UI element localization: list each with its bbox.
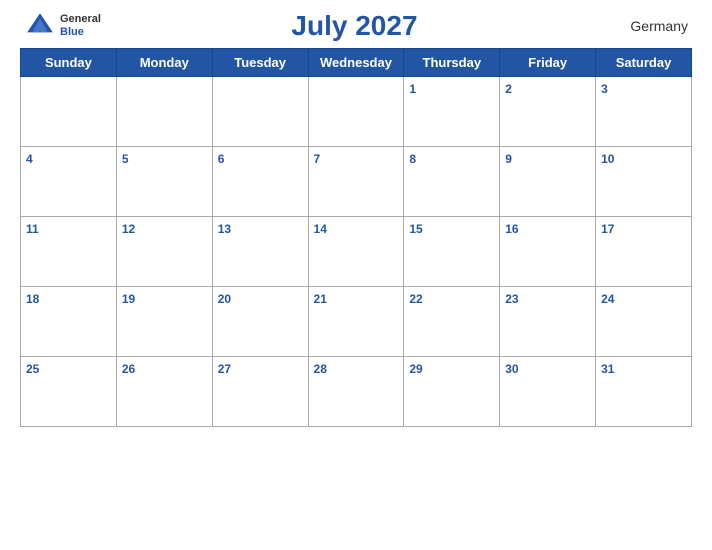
logo-text: General Blue: [60, 13, 101, 39]
weekday-header-friday: Friday: [500, 49, 596, 77]
calendar-cell: 14: [308, 217, 404, 287]
weekday-header-sunday: Sunday: [21, 49, 117, 77]
calendar-cell: [116, 77, 212, 147]
calendar-cell: 1: [404, 77, 500, 147]
day-number: 20: [218, 292, 231, 306]
calendar-cell: 6: [212, 147, 308, 217]
calendar-cell: 31: [596, 357, 692, 427]
calendar-cell: 24: [596, 287, 692, 357]
day-number: 14: [314, 222, 327, 236]
week-row-5: 25 26 27 28 29 30 31: [21, 357, 692, 427]
calendar-cell: 22: [404, 287, 500, 357]
day-number: 21: [314, 292, 327, 306]
calendar-cell: 9: [500, 147, 596, 217]
day-number: 26: [122, 362, 135, 376]
day-number: 27: [218, 362, 231, 376]
day-number: 6: [218, 152, 225, 166]
logo-blue: Blue: [60, 26, 101, 39]
day-number: 13: [218, 222, 231, 236]
week-row-4: 18 19 20 21 22 23 24: [21, 287, 692, 357]
calendar-cell: 25: [21, 357, 117, 427]
calendar-cell: 29: [404, 357, 500, 427]
calendar-cell: 21: [308, 287, 404, 357]
country-label: Germany: [608, 18, 688, 34]
calendar-cell: 5: [116, 147, 212, 217]
day-number: 8: [409, 152, 416, 166]
day-number: 17: [601, 222, 614, 236]
day-number: 19: [122, 292, 135, 306]
generalblue-logo-icon: [24, 10, 56, 42]
day-number: 30: [505, 362, 518, 376]
calendar-cell: 11: [21, 217, 117, 287]
day-number: 5: [122, 152, 129, 166]
logo: General Blue: [24, 10, 101, 42]
weekday-header-saturday: Saturday: [596, 49, 692, 77]
day-number: 2: [505, 82, 512, 96]
weekday-header-monday: Monday: [116, 49, 212, 77]
day-number: 12: [122, 222, 135, 236]
calendar-cell: 23: [500, 287, 596, 357]
day-number: 15: [409, 222, 422, 236]
logo-general: General: [60, 13, 101, 26]
calendar-cell: 26: [116, 357, 212, 427]
day-number: 4: [26, 152, 33, 166]
calendar-cell: 30: [500, 357, 596, 427]
calendar-cell: 2: [500, 77, 596, 147]
calendar-cell: 27: [212, 357, 308, 427]
calendar-table: SundayMondayTuesdayWednesdayThursdayFrid…: [20, 48, 692, 427]
day-number: 9: [505, 152, 512, 166]
calendar-cell: 17: [596, 217, 692, 287]
day-number: 29: [409, 362, 422, 376]
weekday-header-wednesday: Wednesday: [308, 49, 404, 77]
day-number: 1: [409, 82, 416, 96]
calendar-cell: [21, 77, 117, 147]
calendar-cell: 19: [116, 287, 212, 357]
calendar-header: General Blue July 2027 Germany: [20, 10, 692, 42]
calendar-cell: 28: [308, 357, 404, 427]
day-number: 10: [601, 152, 614, 166]
day-number: 24: [601, 292, 614, 306]
calendar-cell: 7: [308, 147, 404, 217]
calendar-cell: 18: [21, 287, 117, 357]
weekday-header-row: SundayMondayTuesdayWednesdayThursdayFrid…: [21, 49, 692, 77]
day-number: 16: [505, 222, 518, 236]
weekday-header-thursday: Thursday: [404, 49, 500, 77]
calendar-cell: 10: [596, 147, 692, 217]
day-number: 18: [26, 292, 39, 306]
calendar-cell: [212, 77, 308, 147]
calendar-title: July 2027: [291, 10, 417, 42]
week-row-1: 1 2 3: [21, 77, 692, 147]
day-number: 22: [409, 292, 422, 306]
calendar-cell: 12: [116, 217, 212, 287]
day-number: 7: [314, 152, 321, 166]
calendar-cell: 3: [596, 77, 692, 147]
week-row-3: 11 12 13 14 15 16 17: [21, 217, 692, 287]
day-number: 23: [505, 292, 518, 306]
day-number: 31: [601, 362, 614, 376]
day-number: 11: [26, 222, 39, 236]
week-row-2: 4 5 6 7 8 9 10: [21, 147, 692, 217]
calendar-cell: 15: [404, 217, 500, 287]
calendar-cell: 4: [21, 147, 117, 217]
calendar-cell: 16: [500, 217, 596, 287]
weekday-header-tuesday: Tuesday: [212, 49, 308, 77]
day-number: 28: [314, 362, 327, 376]
calendar-cell: 20: [212, 287, 308, 357]
calendar-cell: 13: [212, 217, 308, 287]
day-number: 3: [601, 82, 608, 96]
day-number: 25: [26, 362, 39, 376]
calendar-cell: 8: [404, 147, 500, 217]
calendar-cell: [308, 77, 404, 147]
